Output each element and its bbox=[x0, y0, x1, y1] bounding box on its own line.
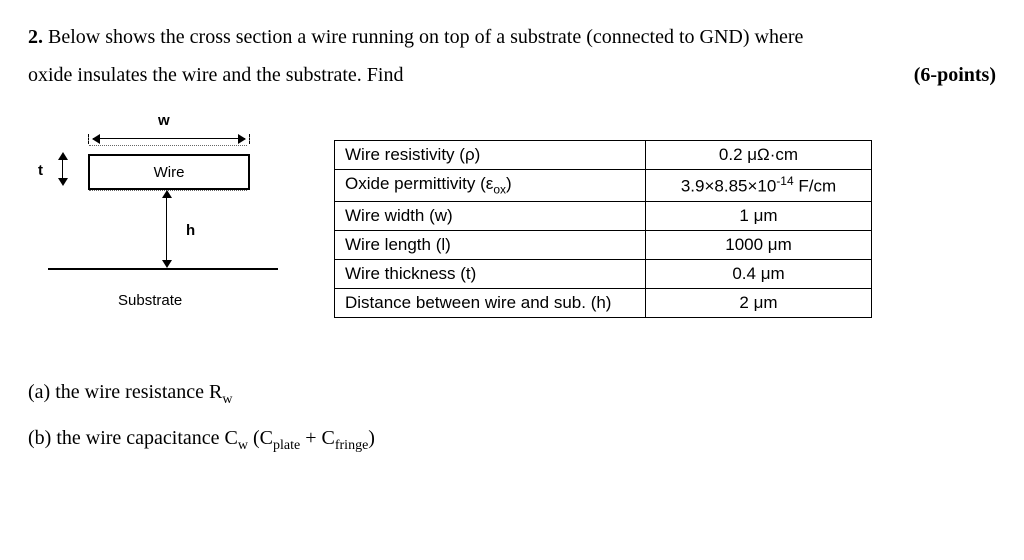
question-parts: (a) the wire resistance Rw (b) the wire … bbox=[28, 370, 996, 462]
param-name: Wire length (l) bbox=[335, 230, 646, 259]
part-b: (b) the wire capacitance Cw (Cplate + Cf… bbox=[28, 416, 996, 462]
question-number: 2. bbox=[28, 26, 43, 48]
part-a: (a) the wire resistance Rw bbox=[28, 370, 996, 416]
param-value: 1000 μm bbox=[646, 230, 872, 259]
param-value: 3.9×8.85×10-14 F/cm bbox=[646, 170, 872, 202]
height-label: h bbox=[186, 222, 195, 239]
question-text-1: Below shows the cross section a wire run… bbox=[48, 26, 803, 48]
width-dimension-arrow bbox=[88, 134, 250, 144]
question-text-2: oxide insulates the wire and the substra… bbox=[28, 64, 403, 86]
thickness-dimension-arrow bbox=[58, 152, 68, 186]
wire-box: Wire bbox=[88, 154, 250, 190]
table-row: Wire width (w)1 μm bbox=[335, 201, 872, 230]
param-value: 0.2 μΩ·cm bbox=[646, 141, 872, 170]
thickness-label: t bbox=[38, 162, 43, 179]
width-label: w bbox=[158, 112, 170, 129]
table-row: Wire length (l)1000 μm bbox=[335, 230, 872, 259]
param-name: Wire thickness (t) bbox=[335, 259, 646, 288]
param-name: Wire resistivity (ρ) bbox=[335, 141, 646, 170]
param-name: Distance between wire and sub. (h) bbox=[335, 288, 646, 317]
table-row: Wire resistivity (ρ)0.2 μΩ·cm bbox=[335, 141, 872, 170]
table-row: Distance between wire and sub. (h)2 μm bbox=[335, 288, 872, 317]
table-row: Oxide permittivity (εox)3.9×8.85×10-14 F… bbox=[335, 170, 872, 202]
param-value: 2 μm bbox=[646, 288, 872, 317]
points-label: (6-points) bbox=[914, 56, 996, 94]
substrate-label: Substrate bbox=[118, 292, 182, 309]
param-name: Wire width (w) bbox=[335, 201, 646, 230]
substrate-line bbox=[48, 268, 278, 270]
table-row: Wire thickness (t)0.4 μm bbox=[335, 259, 872, 288]
parameters-table: Wire resistivity (ρ)0.2 μΩ·cmOxide permi… bbox=[334, 140, 872, 318]
guide-line bbox=[89, 145, 247, 146]
cross-section-diagram: w Wire t h Substrate bbox=[28, 112, 298, 342]
param-name: Oxide permittivity (εox) bbox=[335, 170, 646, 202]
param-value: 0.4 μm bbox=[646, 259, 872, 288]
height-dimension-arrow bbox=[162, 190, 172, 268]
question-prompt: 2. Below shows the cross section a wire … bbox=[28, 18, 996, 94]
param-value: 1 μm bbox=[646, 201, 872, 230]
